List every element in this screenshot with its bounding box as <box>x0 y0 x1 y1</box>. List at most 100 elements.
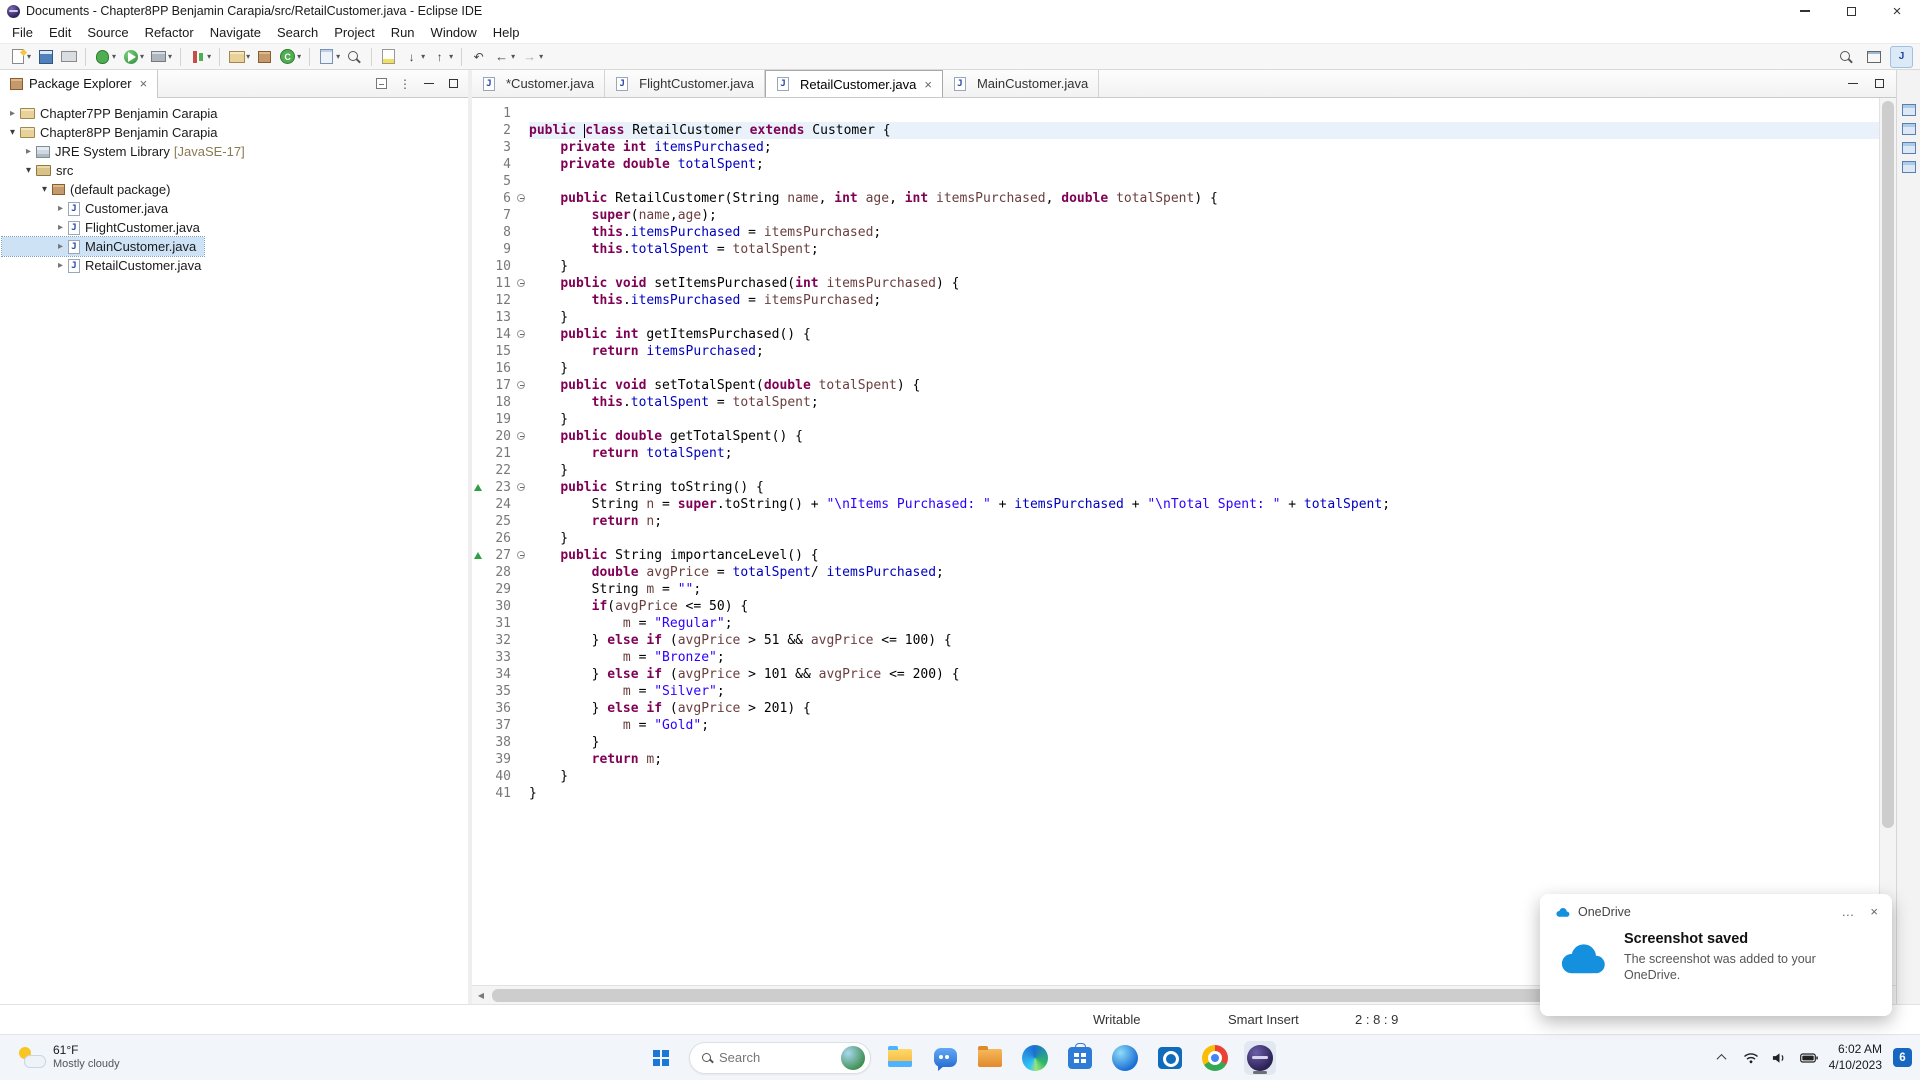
code-line-27[interactable]: 27 public String importanceLevel() { <box>472 547 1879 564</box>
toolbar-run-external-button[interactable]: ▾ <box>148 47 174 67</box>
folder-taskbar-button[interactable] <box>974 1041 1006 1075</box>
minimized-view-icon[interactable] <box>1902 161 1916 173</box>
tree-item-customer-java[interactable]: ▸Customer.java <box>2 199 176 218</box>
code-line-38[interactable]: 38 } <box>472 734 1879 751</box>
toolbar-new-java-project-button[interactable]: ▾ <box>226 47 252 67</box>
tree-item-src[interactable]: ▾src <box>2 161 81 180</box>
toolbar-open-task-button[interactable]: ▾ <box>316 47 342 67</box>
fold-collapse-icon[interactable] <box>517 381 525 389</box>
code-line-23[interactable]: 23 public String toString() { <box>472 479 1879 496</box>
code-line-32[interactable]: 32 } else if (avgPrice > 51 && avgPrice … <box>472 632 1879 649</box>
menu-file[interactable]: File <box>4 23 41 42</box>
tree-item-maincustomer-java[interactable]: ▸MainCustomer.java <box>2 237 204 256</box>
minimize-window-button[interactable] <box>1782 0 1828 22</box>
code-line-3[interactable]: 3 private int itemsPurchased; <box>472 139 1879 156</box>
tree-item-chapter8pp-benjamin-carapia[interactable]: ▾Chapter8PP Benjamin Carapia <box>2 123 226 142</box>
clock-widget[interactable]: 6:02 AM 4/10/2023 <box>1829 1042 1882 1073</box>
tab-maincustomer-java[interactable]: MainCustomer.java <box>943 70 1099 97</box>
toolbar-last-edit-location-button[interactable] <box>468 47 489 67</box>
tree-item-chapter7pp-benjamin-carapia[interactable]: ▸Chapter7PP Benjamin Carapia <box>2 104 226 123</box>
outlook-taskbar-button[interactable] <box>1154 1041 1186 1075</box>
code-editor[interactable]: 12public class RetailCustomer extends Cu… <box>472 98 1879 985</box>
code-line-18[interactable]: 18 this.totalSpent = totalSpent; <box>472 394 1879 411</box>
store-taskbar-button[interactable] <box>1064 1041 1096 1075</box>
fold-collapse-icon[interactable] <box>517 194 525 202</box>
tab-flightcustomer-java[interactable]: FlightCustomer.java <box>605 70 765 97</box>
chevron-collapsed-icon[interactable]: ▸ <box>54 260 67 271</box>
code-line-28[interactable]: 28 double avgPrice = totalSpent/ itemsPu… <box>472 564 1879 581</box>
code-line-37[interactable]: 37 m = "Gold"; <box>472 717 1879 734</box>
menu-search[interactable]: Search <box>269 23 326 42</box>
tab-retailcustomer-java[interactable]: RetailCustomer.java× <box>765 70 943 97</box>
code-line-25[interactable]: 25 return n; <box>472 513 1879 530</box>
toolbar-forward-button[interactable]: ▾ <box>519 47 545 67</box>
toolbar-new-class-button[interactable]: ▾ <box>277 47 303 67</box>
code-line-30[interactable]: 30 if(avgPrice <= 50) { <box>472 598 1879 615</box>
code-line-16[interactable]: 16 } <box>472 360 1879 377</box>
code-line-33[interactable]: 33 m = "Bronze"; <box>472 649 1879 666</box>
toolbar-print-button[interactable] <box>58 47 79 67</box>
vertical-scrollbar-thumb[interactable] <box>1882 101 1894 828</box>
fold-collapse-icon[interactable] <box>517 330 525 338</box>
code-line-15[interactable]: 15 return itemsPurchased; <box>472 343 1879 360</box>
tree-item-jre-system-library[interactable]: ▸JRE System Library[JavaSE-17] <box>2 142 253 161</box>
edge-taskbar-button[interactable] <box>1019 1041 1051 1075</box>
menu-navigate[interactable]: Navigate <box>202 23 269 42</box>
code-line-31[interactable]: 31 m = "Regular"; <box>472 615 1879 632</box>
chevron-collapsed-icon[interactable]: ▸ <box>54 203 67 214</box>
code-line-20[interactable]: 20 public double getTotalSpent() { <box>472 428 1879 445</box>
code-line-1[interactable]: 1 <box>472 105 1879 122</box>
code-line-36[interactable]: 36 } else if (avgPrice > 201) { <box>472 700 1879 717</box>
toolbar-new-package-button[interactable] <box>254 47 275 67</box>
start-button[interactable] <box>644 1041 676 1075</box>
maximize-window-button[interactable] <box>1828 0 1874 22</box>
bing-taskbar-button[interactable] <box>1109 1041 1141 1075</box>
code-line-6[interactable]: 6 public RetailCustomer(String name, int… <box>472 190 1879 207</box>
battery-icon[interactable] <box>1800 1049 1818 1067</box>
fold-collapse-icon[interactable] <box>517 432 525 440</box>
code-line-17[interactable]: 17 public void setTotalSpent(double tota… <box>472 377 1879 394</box>
chevron-expanded-icon[interactable]: ▾ <box>22 165 35 176</box>
close-view-icon[interactable]: × <box>140 76 148 91</box>
chevron-collapsed-icon[interactable]: ▸ <box>22 146 35 157</box>
toolbar-prev-annotation-button[interactable]: ▾ <box>429 47 455 67</box>
code-line-29[interactable]: 29 String m = ""; <box>472 581 1879 598</box>
scroll-left-icon[interactable]: ◀ <box>472 991 490 1000</box>
minimized-view-icon[interactable] <box>1902 142 1916 154</box>
code-line-40[interactable]: 40 } <box>472 768 1879 785</box>
file-explorer-taskbar-button[interactable] <box>884 1041 916 1075</box>
notification-close-button[interactable]: × <box>1870 904 1878 919</box>
collapse-all-button[interactable] <box>374 77 388 91</box>
toolbar-next-annotation-button[interactable]: ▾ <box>401 47 427 67</box>
taskbar-search[interactable] <box>689 1042 871 1074</box>
menu-project[interactable]: Project <box>326 23 382 42</box>
minimized-view-icon[interactable] <box>1902 104 1916 116</box>
toolbar-search-button[interactable] <box>1836 47 1857 67</box>
minimize-editor-button[interactable] <box>1846 77 1860 91</box>
code-line-11[interactable]: 11 public void setItemsPurchased(int ite… <box>472 275 1879 292</box>
fold-collapse-icon[interactable] <box>517 551 525 559</box>
toolbar-mark-occurrences-button[interactable] <box>378 47 399 67</box>
code-line-22[interactable]: 22 } <box>472 462 1879 479</box>
vertical-scrollbar[interactable] <box>1879 98 1896 985</box>
code-line-7[interactable]: 7 super(name,age); <box>472 207 1879 224</box>
fold-collapse-icon[interactable] <box>517 483 525 491</box>
close-window-button[interactable]: × <box>1874 0 1920 22</box>
menu-run[interactable]: Run <box>383 23 423 42</box>
chevron-expanded-icon[interactable]: ▾ <box>38 184 51 195</box>
chrome-taskbar-button[interactable] <box>1199 1041 1231 1075</box>
toolbar-save-button[interactable] <box>35 47 56 67</box>
menu-help[interactable]: Help <box>485 23 528 42</box>
toolbar-debug-button[interactable]: ▾ <box>92 47 118 67</box>
code-line-24[interactable]: 24 String n = super.toString() + "\nItem… <box>472 496 1879 513</box>
menu-edit[interactable]: Edit <box>41 23 79 42</box>
maximize-view-button[interactable] <box>446 77 460 91</box>
chevron-collapsed-icon[interactable]: ▸ <box>6 108 19 119</box>
code-line-4[interactable]: 4 private double totalSpent; <box>472 156 1879 173</box>
chevron-expanded-icon[interactable]: ▾ <box>6 127 19 138</box>
chevron-collapsed-icon[interactable]: ▸ <box>54 222 67 233</box>
toolbar-run-button[interactable]: ▾ <box>120 47 146 67</box>
code-line-35[interactable]: 35 m = "Silver"; <box>472 683 1879 700</box>
volume-icon[interactable] <box>1771 1049 1789 1067</box>
minimize-view-button[interactable] <box>422 77 436 91</box>
